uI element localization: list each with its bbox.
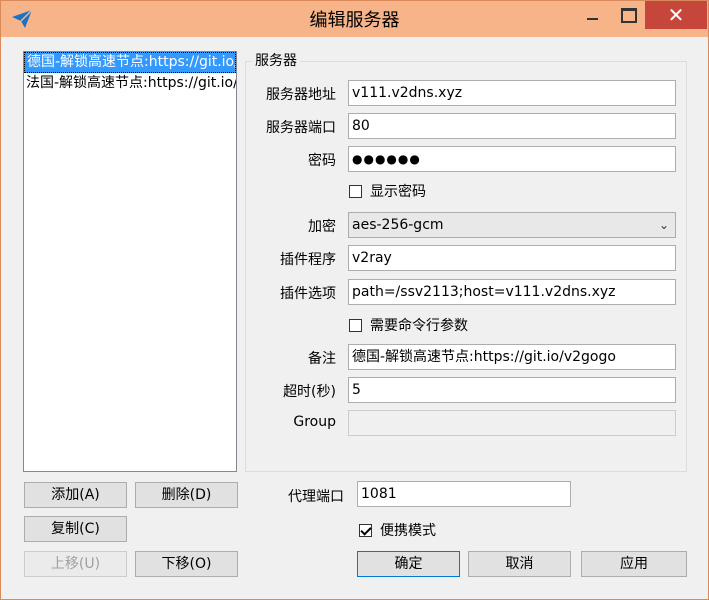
- encryption-value: aes-256-gcm: [352, 217, 444, 233]
- server-list-item[interactable]: 法国-解锁高速节点:https://git.io/v2gogo: [24, 73, 236, 94]
- close-icon: ✕: [667, 3, 685, 27]
- portable-mode-checkbox-row[interactable]: 便携模式: [359, 520, 436, 540]
- password-field[interactable]: ●●●●●●: [348, 146, 676, 172]
- remarks-label: 备注: [308, 351, 336, 367]
- timeout-label: 超时(秒): [283, 384, 336, 400]
- server-group-caption: 服务器: [252, 50, 300, 70]
- portable-mode-checkbox[interactable]: [359, 523, 372, 537]
- plugin-args-label: 需要命令行参数: [370, 318, 468, 334]
- plugin-field[interactable]: v2ray: [348, 245, 676, 271]
- password-label: 密码: [308, 153, 336, 169]
- timeout-field[interactable]: 5: [348, 377, 676, 403]
- proxy-port-label: 代理端口: [288, 489, 344, 505]
- encryption-select[interactable]: aes-256-gcm ⌄: [348, 212, 676, 238]
- address-field[interactable]: v111.v2dns.xyz: [348, 80, 676, 106]
- address-label: 服务器地址: [266, 87, 336, 103]
- copy-button[interactable]: 复制(C): [24, 516, 127, 542]
- minimize-icon: [587, 18, 598, 20]
- server-list[interactable]: 德国-解锁高速节点:https://git.io/v2gogo 法国-解锁高速节…: [23, 51, 237, 472]
- port-field[interactable]: 80: [348, 113, 676, 139]
- plugin-label: 插件程序: [280, 252, 336, 268]
- group-field: [348, 410, 676, 436]
- plugin-options-field[interactable]: path=/ssv2113;host=v111.v2dns.xyz: [348, 279, 676, 305]
- maximize-button[interactable]: [611, 1, 645, 29]
- plugin-args-checkbox[interactable]: [349, 318, 362, 332]
- group-label: Group: [293, 414, 336, 430]
- dialog-body: 德国-解锁高速节点:https://git.io/v2gogo 法国-解锁高速节…: [8, 37, 702, 593]
- show-password-checkbox-row[interactable]: 显示密码: [349, 181, 426, 201]
- proxy-port-field[interactable]: 1081: [357, 481, 571, 507]
- move-up-button: 上移(U): [24, 551, 127, 577]
- plugin-args-checkbox-row[interactable]: 需要命令行参数: [349, 315, 468, 335]
- port-label: 服务器端口: [266, 120, 336, 136]
- minimize-button[interactable]: [575, 1, 609, 29]
- ok-button[interactable]: 确定: [357, 551, 460, 577]
- close-button[interactable]: ✕: [645, 1, 707, 29]
- move-down-button[interactable]: 下移(O): [135, 551, 238, 577]
- encryption-label: 加密: [308, 219, 336, 235]
- cancel-button[interactable]: 取消: [468, 551, 571, 577]
- chevron-down-icon: ⌄: [658, 218, 669, 232]
- maximize-icon: [621, 8, 637, 23]
- plugin-options-label: 插件选项: [280, 286, 336, 302]
- title-bar[interactable]: 编辑服务器 ✕: [1, 1, 708, 37]
- apply-button[interactable]: 应用: [581, 551, 687, 577]
- server-list-item[interactable]: 德国-解锁高速节点:https://git.io/v2gogo: [24, 52, 236, 73]
- delete-button[interactable]: 删除(D): [135, 482, 238, 508]
- show-password-label: 显示密码: [370, 184, 426, 200]
- show-password-checkbox[interactable]: [349, 184, 362, 198]
- edit-server-window: 编辑服务器 ✕ 德国-解锁高速节点:https://git.io/v2gogo …: [0, 0, 709, 600]
- remarks-field[interactable]: 德国-解锁高速节点:https://git.io/v2gogo: [348, 344, 676, 370]
- portable-mode-label: 便携模式: [380, 523, 436, 539]
- add-button[interactable]: 添加(A): [24, 482, 127, 508]
